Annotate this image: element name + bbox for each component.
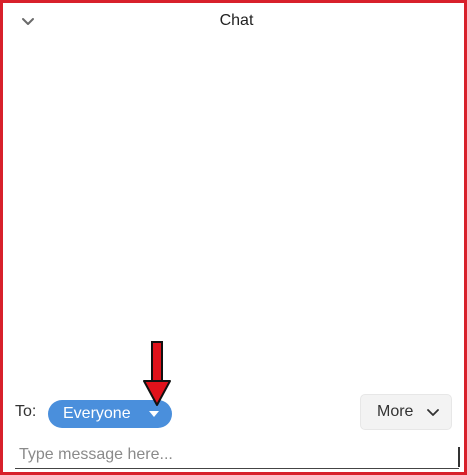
more-button[interactable]: More — [360, 394, 452, 430]
to-label: To: — [15, 403, 37, 420]
down-arrow-icon — [143, 341, 171, 406]
caret-down-icon — [149, 411, 159, 417]
chat-header: Chat — [6, 6, 467, 36]
chat-panel: Chat To: Everyone More — [0, 0, 467, 475]
chat-title: Chat — [219, 12, 254, 29]
message-input[interactable] — [15, 441, 459, 469]
text-cursor — [458, 447, 460, 467]
recipient-selected: Everyone — [63, 405, 131, 422]
chevron-down-icon — [427, 409, 439, 416]
more-button-label: More — [377, 403, 414, 420]
